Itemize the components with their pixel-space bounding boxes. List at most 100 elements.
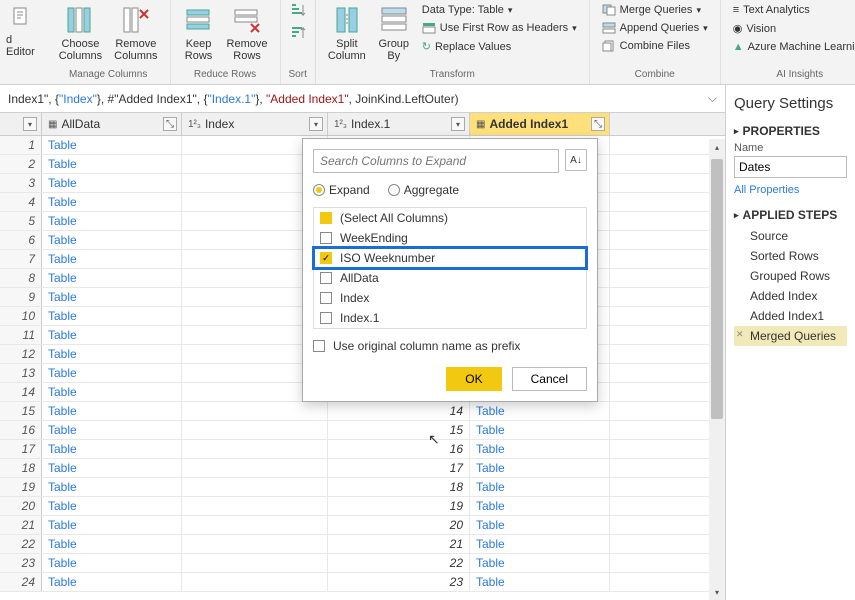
cell-alldata[interactable]: Table [42,269,182,287]
cell-alldata[interactable]: Table [42,212,182,230]
cell-alldata[interactable]: Table [42,326,182,344]
cell-index[interactable] [182,421,328,439]
ok-button[interactable]: OK [446,367,501,391]
advanced-editor-fragment[interactable]: d Editor [2,2,39,62]
cell-alldata[interactable]: Table [42,421,182,439]
table-row[interactable]: 15Table14Table [0,402,725,421]
table-row[interactable]: 18Table17Table [0,459,725,478]
cell-index1[interactable]: 15 [328,421,470,439]
cell-alldata[interactable]: Table [42,459,182,477]
cell-index[interactable] [182,516,328,534]
table-icon[interactable]: ▾ [23,117,37,131]
group-by-button[interactable]: Group By [374,2,414,64]
aggregate-radio[interactable]: Aggregate [388,183,459,197]
all-properties-link[interactable]: All Properties [734,184,847,196]
cell-alldata[interactable]: Table [42,250,182,268]
applied-step[interactable]: Added Index [734,286,847,306]
merge-queries-button[interactable]: Merge Queries ▾ [598,2,712,18]
cell-alldata[interactable]: Table [42,345,182,363]
applied-step[interactable]: Merged Queries [734,326,847,346]
cell-index[interactable] [182,497,328,515]
cell-index1[interactable]: 16 [328,440,470,458]
data-type-button[interactable]: Data Type: Table ▾ [418,2,581,18]
column-header-index[interactable]: 1²₃Index▾ [182,113,328,135]
cell-alldata[interactable]: Table [42,364,182,382]
expand-icon[interactable]: ⤡ [591,117,605,131]
cell-index[interactable] [182,459,328,477]
sort-columns-button[interactable]: A↓ [565,149,587,171]
cell-alldata[interactable]: Table [42,440,182,458]
column-header-added-index1[interactable]: ▦Added Index1⤡ [470,113,610,135]
table-row[interactable]: 24Table23Table [0,573,725,592]
azure-ml-button[interactable]: ▲Azure Machine Learning [729,39,855,55]
table-row[interactable]: 19Table18Table [0,478,725,497]
select-all-item[interactable]: (Select All Columns) [314,208,586,228]
vision-button[interactable]: ◉Vision [729,20,855,37]
properties-header[interactable]: ▸PROPERTIES [734,124,847,138]
cell-added[interactable]: Table [470,421,610,439]
cancel-button[interactable]: Cancel [512,367,587,391]
row-number-header[interactable]: ▾ [0,113,42,135]
cell-alldata[interactable]: Table [42,174,182,192]
keep-rows-button[interactable]: Keep Rows [179,2,219,64]
cell-alldata[interactable]: Table [42,573,182,591]
table-row[interactable]: 23Table22Table [0,554,725,573]
cell-index1[interactable]: 18 [328,478,470,496]
list-item[interactable]: WeekEnding [314,228,586,248]
table-row[interactable]: 16Table15Table [0,421,725,440]
scroll-up-icon[interactable]: ▴ [709,139,725,155]
cell-alldata[interactable]: Table [42,193,182,211]
cell-index1[interactable]: 22 [328,554,470,572]
vertical-scrollbar[interactable]: ▴ ▾ [709,139,725,600]
cell-index[interactable] [182,478,328,496]
expand-icon[interactable]: ⤡ [163,117,177,131]
list-item[interactable]: Index.1 [314,308,586,328]
applied-step[interactable]: Added Index1 [734,306,847,326]
cell-added[interactable]: Table [470,402,610,420]
filter-icon[interactable]: ▾ [451,117,465,131]
cell-added[interactable]: Table [470,535,610,553]
cell-index1[interactable]: 23 [328,573,470,591]
choose-columns-button[interactable]: Choose Columns [55,2,106,64]
cell-index1[interactable]: 20 [328,516,470,534]
split-column-button[interactable]: Split Column [324,2,370,64]
query-name-input[interactable] [734,156,847,178]
cell-alldata[interactable]: Table [42,136,182,154]
cell-alldata[interactable]: Table [42,307,182,325]
cell-alldata[interactable]: Table [42,554,182,572]
applied-step[interactable]: Sorted Rows [734,246,847,266]
cell-index1[interactable]: 21 [328,535,470,553]
table-row[interactable]: 22Table21Table [0,535,725,554]
search-columns-input[interactable] [313,149,559,173]
table-row[interactable]: 21Table20Table [0,516,725,535]
cell-index1[interactable]: 19 [328,497,470,515]
cell-alldata[interactable]: Table [42,402,182,420]
cell-added[interactable]: Table [470,459,610,477]
text-analytics-button[interactable]: ≡Text Analytics [729,2,855,18]
cell-index[interactable] [182,440,328,458]
cell-alldata[interactable]: Table [42,155,182,173]
cell-added[interactable]: Table [470,478,610,496]
sort-desc-button[interactable] [289,25,307,46]
cell-alldata[interactable]: Table [42,383,182,401]
applied-steps-header[interactable]: ▸APPLIED STEPS [734,208,847,222]
expand-radio[interactable]: Expand [313,183,370,197]
list-item[interactable]: Index [314,288,586,308]
cell-added[interactable]: Table [470,573,610,591]
cell-added[interactable]: Table [470,440,610,458]
table-row[interactable]: 17Table16Table [0,440,725,459]
formula-expand-icon[interactable]: ⌵ [708,91,717,106]
combine-files-button[interactable]: Combine Files [598,38,712,54]
cell-index[interactable] [182,554,328,572]
sort-asc-button[interactable] [289,2,307,23]
cell-alldata[interactable]: Table [42,288,182,306]
first-row-headers-button[interactable]: Use First Row as Headers ▾ [418,20,581,36]
cell-added[interactable]: Table [470,497,610,515]
filter-icon[interactable]: ▾ [309,117,323,131]
formula-bar[interactable]: Index1", {"Index"}, #"Added Index1", {"I… [0,85,725,113]
append-queries-button[interactable]: Append Queries ▾ [598,20,712,36]
remove-rows-button[interactable]: Remove Rows [223,2,272,64]
applied-step[interactable]: Source [734,226,847,246]
remove-columns-button[interactable]: Remove Columns [110,2,161,64]
cell-alldata[interactable]: Table [42,497,182,515]
